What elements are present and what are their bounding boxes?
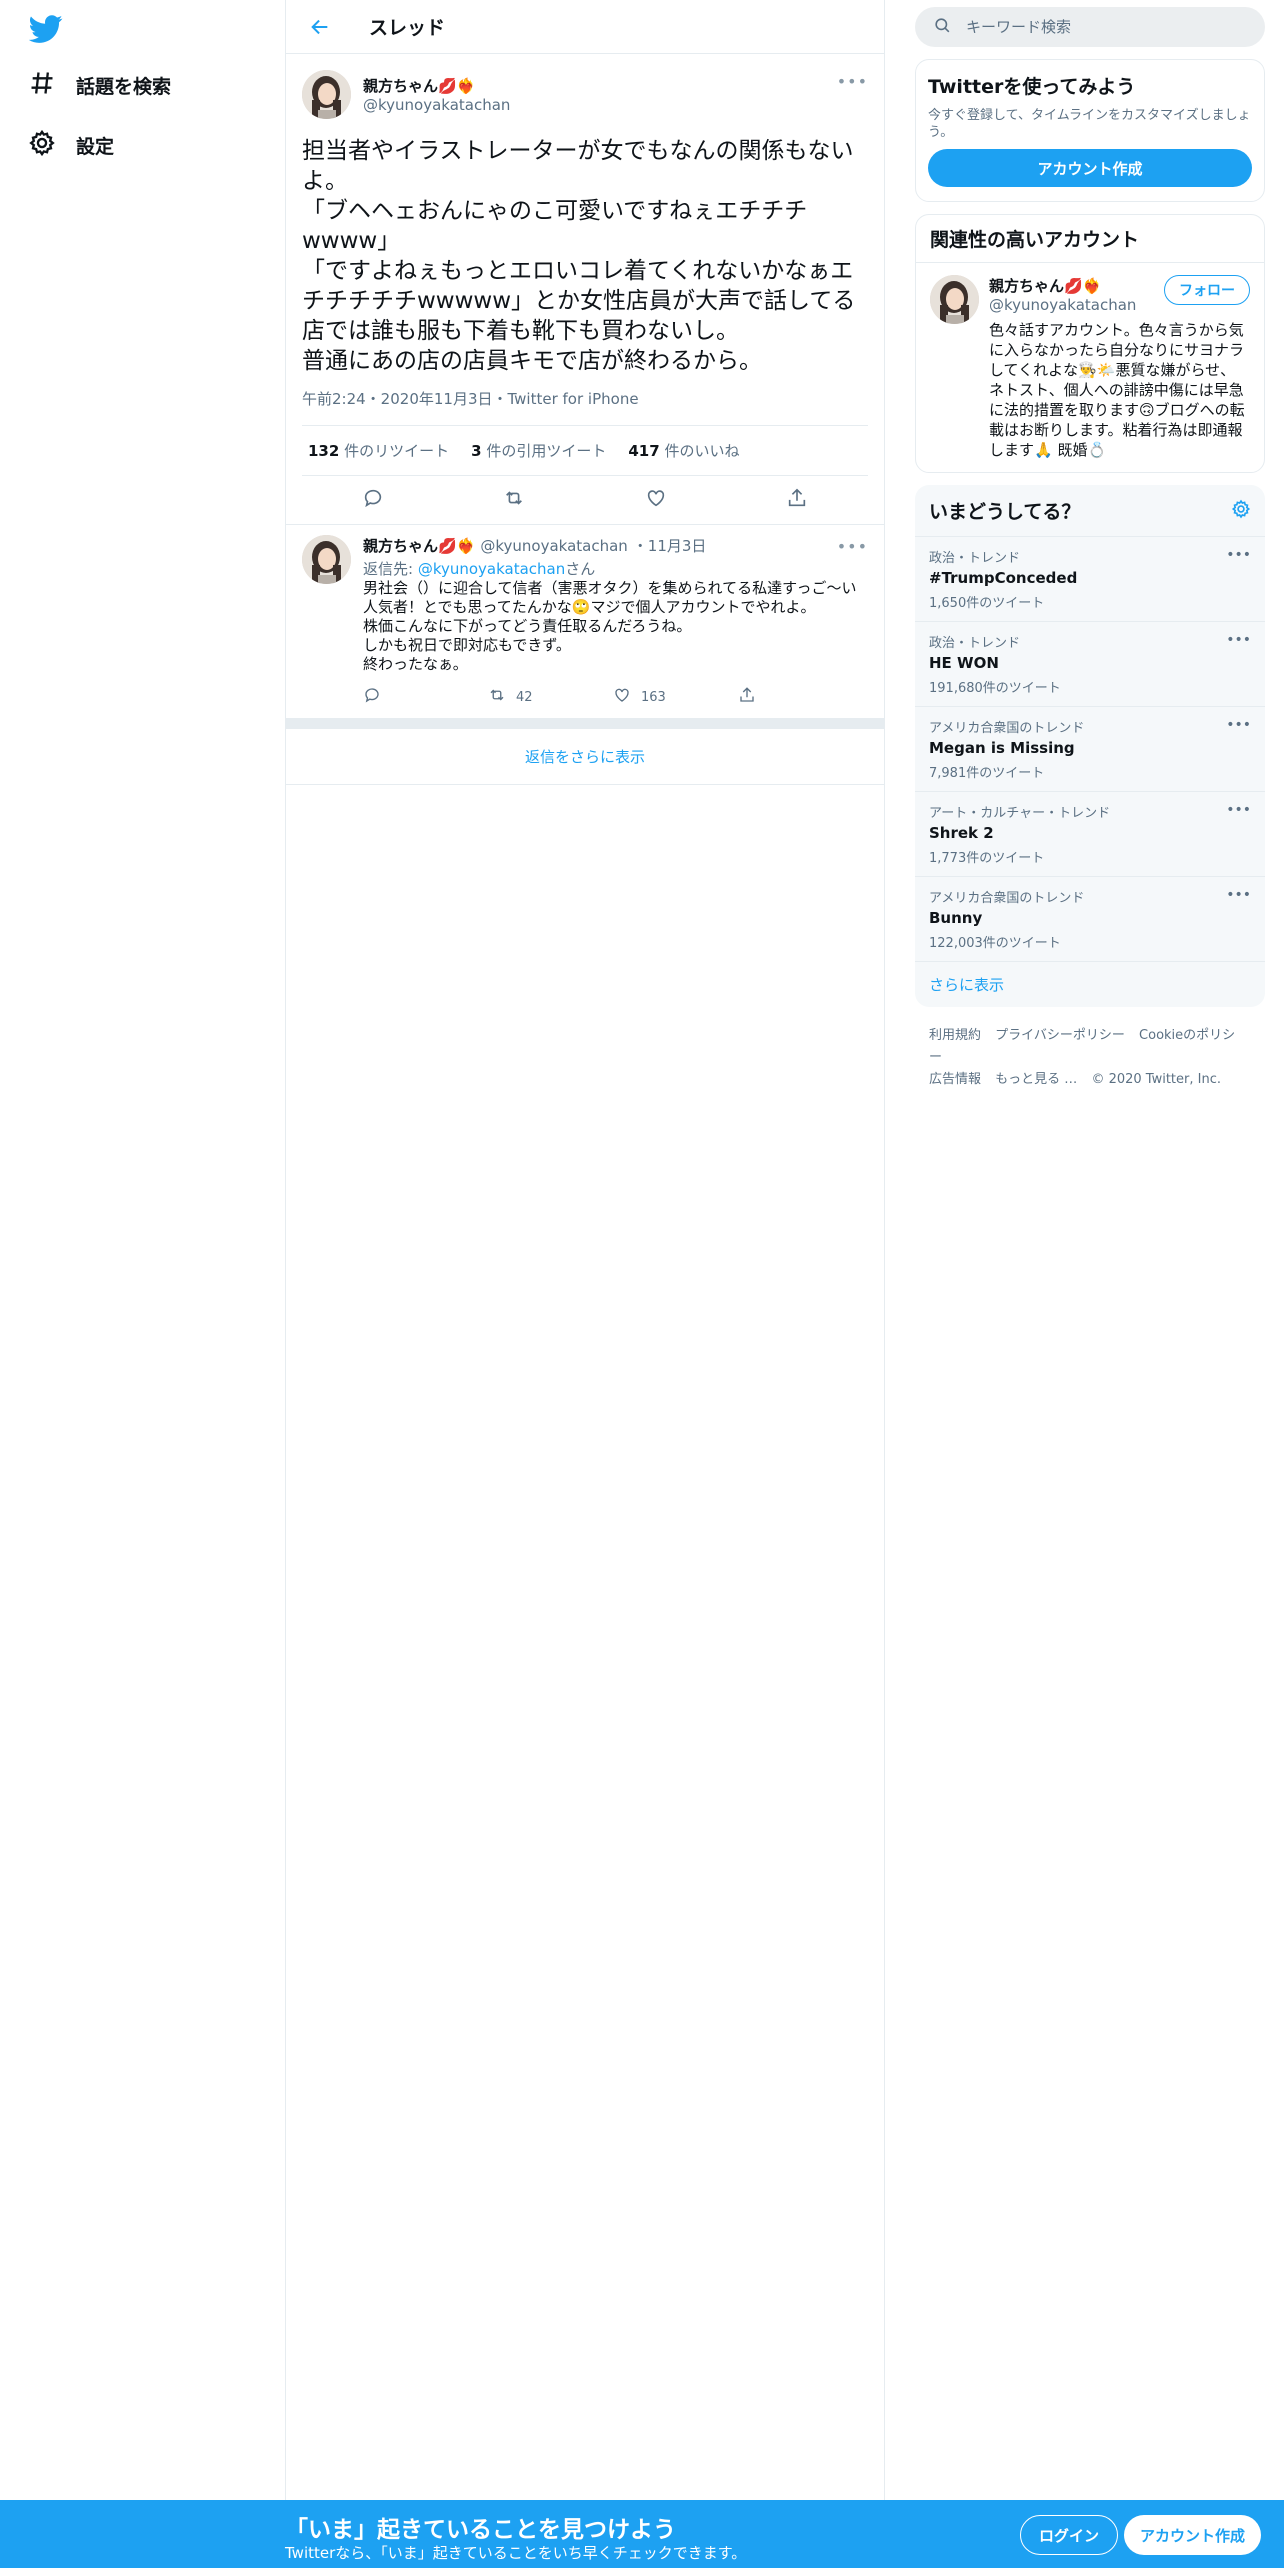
search-box[interactable] — [915, 7, 1265, 47]
tweet-text: 担当者やイラストレーターが女でもなんの関係もないよ。 「ブヘヘェおんにゃのこ可愛… — [302, 138, 856, 374]
create-account-button[interactable]: アカウント作成 — [928, 149, 1252, 187]
related-accounts-title: 関連性の高いアカウント — [916, 215, 1264, 263]
footer-more-link[interactable]: もっと見る … — [995, 1072, 1077, 1087]
footer-terms-link[interactable]: 利用規約 — [929, 1028, 981, 1043]
share-button[interactable] — [738, 686, 863, 708]
avatar[interactable] — [930, 275, 979, 324]
tweet-stats: 132 件のリツイート 3 件の引用ツイート 417 件のいいね — [302, 426, 868, 476]
twitter-bird-icon[interactable] — [28, 12, 63, 46]
bottom-bar-subtitle: Twitterなら、「いま」起きていることをいち早くチェックできます。 — [285, 2544, 747, 2562]
tweet-timestamp[interactable]: 午前2:24・2020年11月3日・Twitter for iPhone — [302, 388, 868, 426]
trends-card: いまどうしてる？ 政治・トレンド #TrumpConceded 1,650件のツ… — [915, 485, 1265, 1007]
reply-to-handle[interactable]: @kyunoyakatachan — [418, 560, 565, 578]
thread-column: スレッド 親方ちゃん💋❤️‍🔥 @kyunoyakatachan ••• 担当者… — [285, 0, 885, 2500]
retweet-stat[interactable]: 132 件のリツイート — [308, 440, 449, 461]
search-input[interactable] — [966, 18, 1216, 36]
author-handle[interactable]: @kyunoyakatachan — [363, 96, 510, 114]
trend-item[interactable]: 政治・トレンド HE WON 191,680件のツイート ••• — [915, 622, 1265, 707]
like-count: 163 — [641, 689, 666, 705]
more-options-icon[interactable]: ••• — [837, 72, 868, 91]
footer-links: 利用規約 プライバシーポリシー Cookieのポリシー 広告情報 もっと見る …… — [915, 1007, 1265, 1109]
tweet-actions — [302, 476, 868, 524]
more-options-icon[interactable]: ••• — [1226, 887, 1251, 903]
reply-icon — [363, 686, 381, 708]
like-icon[interactable] — [645, 487, 667, 513]
hashtag-icon — [28, 69, 56, 102]
related-accounts-card: 関連性の高いアカウント 親方ちゃん💋❤️‍🔥 @kyunoyakatachan … — [915, 214, 1265, 473]
more-options-icon[interactable]: ••• — [837, 537, 868, 556]
related-account-item[interactable]: 親方ちゃん💋❤️‍🔥 @kyunoyakatachan 色々話すアカウント。色々… — [916, 263, 1264, 472]
more-options-icon[interactable]: ••• — [1226, 717, 1251, 733]
like-stat[interactable]: 417 件のいいね — [628, 440, 739, 461]
nav-explore[interactable]: 話題を検索 — [28, 63, 171, 107]
reply-author-handle[interactable]: @kyunoyakatachan — [480, 537, 627, 555]
more-options-icon[interactable]: ••• — [1226, 632, 1251, 648]
reply-actions: 42 163 — [363, 686, 868, 708]
share-icon[interactable] — [786, 487, 808, 513]
more-options-icon[interactable]: ••• — [1226, 547, 1251, 563]
avatar[interactable] — [302, 535, 351, 584]
reply-tweet[interactable]: 親方ちゃん💋❤️‍🔥 @kyunoyakatachan ・11月3日 ••• 返… — [286, 525, 884, 718]
reply-text: 男社会（）に迎合して信者（害悪オタク）を集められてる私達すっご〜い人気者！とでも… — [363, 579, 857, 673]
bottom-bar-title: 「いま」起きていることを見つけよう — [285, 2517, 676, 2543]
gear-icon[interactable] — [1231, 499, 1251, 523]
thread-header: スレッド — [286, 0, 884, 54]
quote-stat[interactable]: 3 件の引用ツイート — [471, 440, 606, 461]
show-more-replies-link[interactable]: 返信をさらに表示 — [286, 729, 884, 785]
reply-button[interactable] — [363, 686, 488, 708]
trends-title: いまどうしてる？ — [929, 501, 1081, 523]
like-icon — [613, 686, 631, 708]
signup-card: Twitterを使ってみよう 今すぐ登録して、タイムラインをカスタマイズしましょ… — [915, 59, 1265, 202]
nav-settings[interactable]: 設定 — [28, 123, 114, 167]
bottom-signup-bar: 「いま」起きていることを見つけよう Twitterなら、「いま」起きていることを… — [0, 2500, 1284, 2568]
reply-author-name[interactable]: 親方ちゃん💋❤️‍🔥 — [363, 535, 475, 556]
trend-item[interactable]: アメリカ合衆国のトレンド Bunny 122,003件のツイート ••• — [915, 877, 1265, 962]
back-arrow-icon[interactable] — [306, 13, 334, 41]
reply-to-line: 返信先: @kyunoyakatachanさん — [363, 560, 596, 578]
retweet-count: 42 — [516, 689, 533, 705]
more-options-icon[interactable]: ••• — [1226, 802, 1251, 818]
like-button[interactable]: 163 — [613, 686, 738, 708]
signup-card-desc: 今すぐ登録して、タイムラインをカスタマイズしましょう。 — [928, 108, 1251, 140]
reply-icon[interactable] — [362, 487, 384, 513]
related-account-bio: 色々話すアカウント。色々言うから気に入らなかったら自分なりにサヨナラしてくれよな… — [989, 321, 1245, 459]
reply-date[interactable]: ・11月3日 — [633, 535, 707, 556]
footer-copyright: © 2020 Twitter, Inc. — [1091, 1072, 1221, 1087]
signup-card-title: Twitterを使ってみよう — [928, 76, 1136, 98]
nav-settings-label: 設定 — [76, 135, 115, 158]
footer-ads-link[interactable]: 広告情報 — [929, 1072, 981, 1087]
trend-item[interactable]: 政治・トレンド #TrumpConceded 1,650件のツイート ••• — [915, 537, 1265, 622]
signup-button[interactable]: アカウント作成 — [1124, 2515, 1262, 2555]
main-tweet: 親方ちゃん💋❤️‍🔥 @kyunoyakatachan ••• 担当者やイラスト… — [286, 54, 884, 525]
trend-item[interactable]: アート・カルチャー・トレンド Shrek 2 1,773件のツイート ••• — [915, 792, 1265, 877]
gear-icon — [28, 129, 56, 162]
right-sidebar: Twitterを使ってみよう 今すぐ登録して、タイムラインをカスタマイズしましょ… — [915, 0, 1265, 1109]
avatar[interactable] — [302, 69, 351, 119]
trends-show-more-link[interactable]: さらに表示 — [915, 962, 1265, 1007]
page-title: スレッド — [369, 17, 446, 39]
footer-privacy-link[interactable]: プライバシーポリシー — [995, 1028, 1125, 1043]
trend-item[interactable]: アメリカ合衆国のトレンド Megan is Missing 7,981件のツイー… — [915, 707, 1265, 792]
retweet-icon — [488, 686, 506, 708]
login-button[interactable]: ログイン — [1020, 2515, 1119, 2555]
retweet-icon[interactable] — [503, 487, 525, 513]
share-icon — [738, 686, 756, 708]
section-divider — [286, 718, 884, 729]
left-navigation: 話題を検索 設定 — [0, 0, 285, 2500]
author-display-name[interactable]: 親方ちゃん💋❤️‍🔥 — [363, 75, 510, 96]
retweet-button[interactable]: 42 — [488, 686, 613, 708]
search-icon — [933, 16, 952, 39]
nav-explore-label: 話題を検索 — [76, 75, 172, 98]
follow-button[interactable]: フォロー — [1164, 275, 1250, 305]
